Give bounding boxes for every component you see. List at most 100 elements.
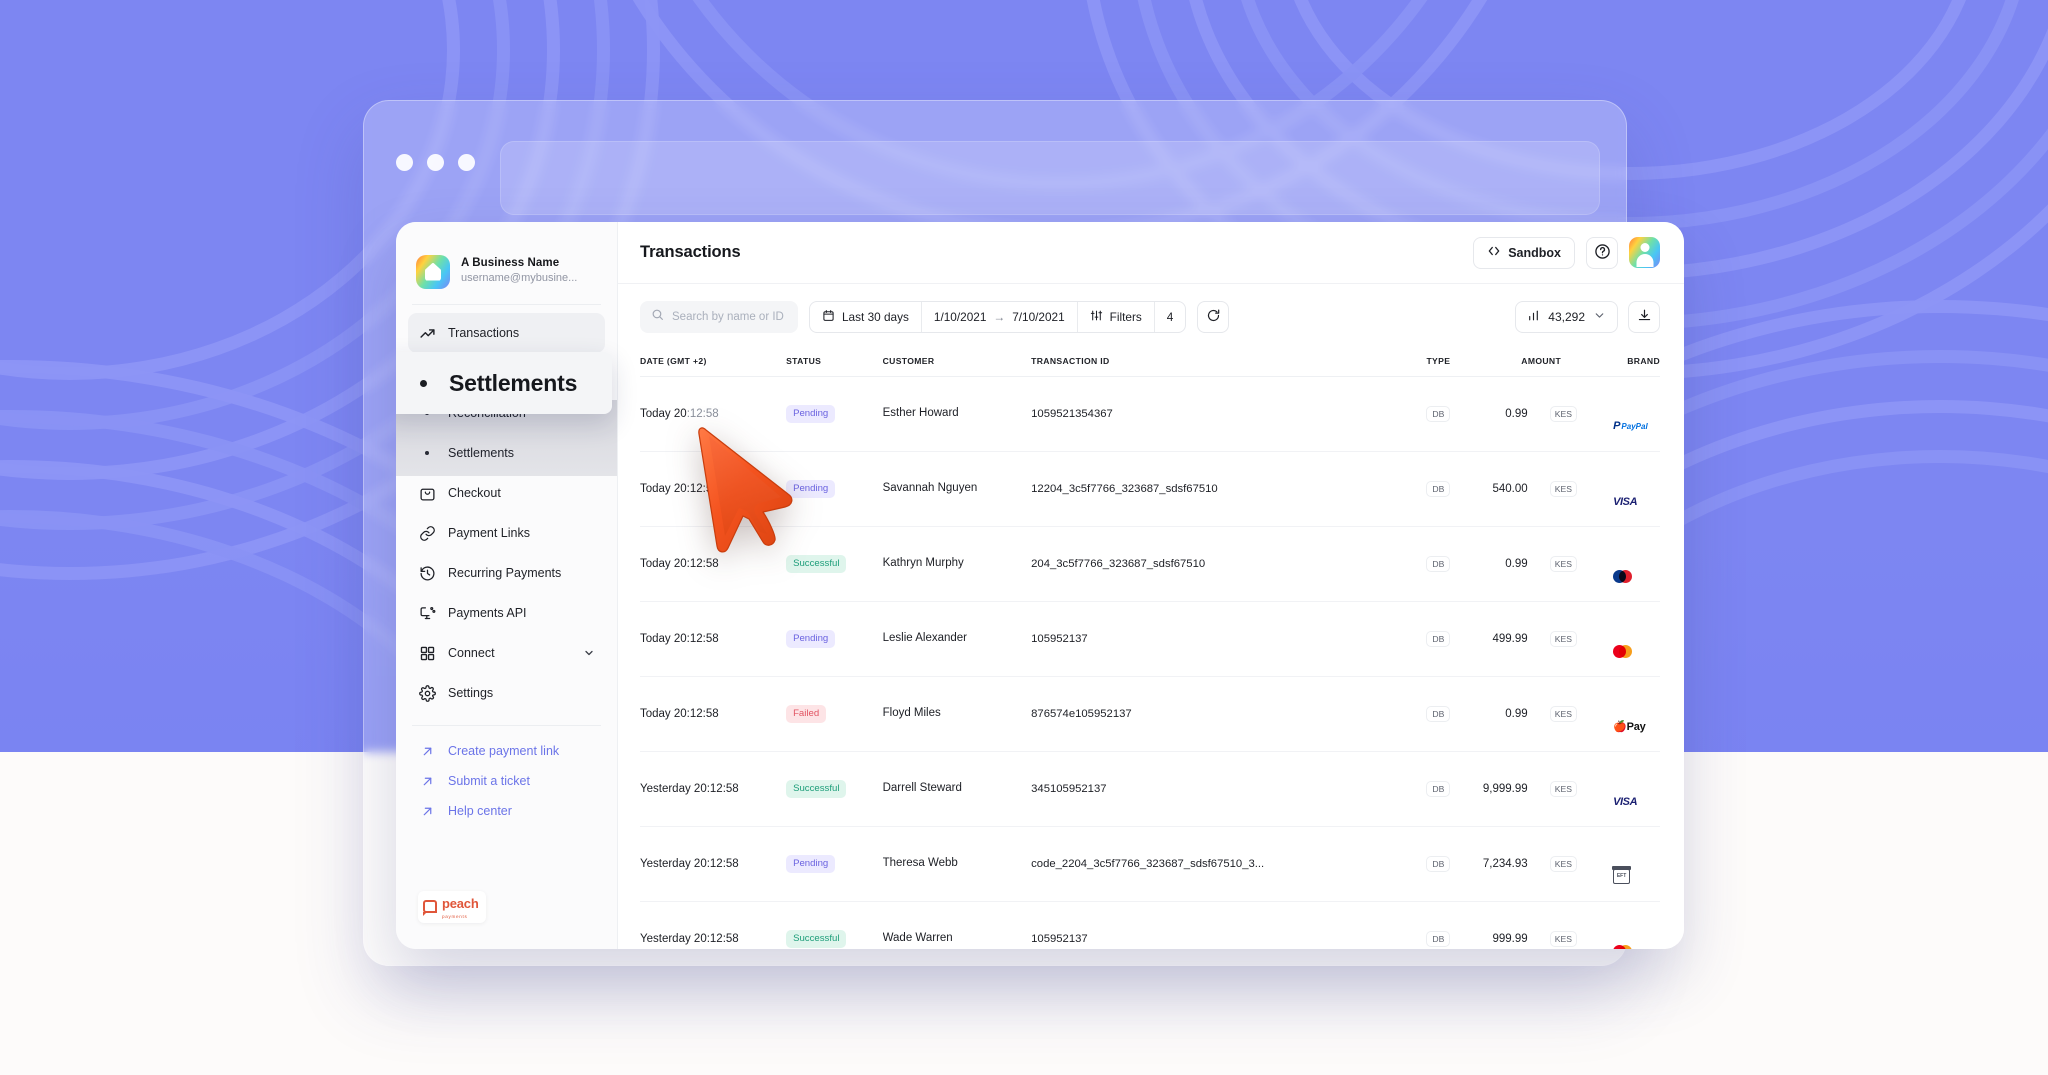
sidebar-links: Create payment link Submit a ticket Help… [396,736,617,826]
currency-chip: KES [1549,630,1577,648]
sidebar-item-recurring-payments[interactable]: Recurring Payments [408,553,605,593]
sidebar-item-connect[interactable]: Connect [408,633,605,673]
terminal-icon [418,604,436,622]
col-header-brand[interactable]: BRAND [1593,350,1660,377]
brand-block[interactable]: A Business Name username@mybusine... [396,222,617,296]
peach-logo-tagline: payments [442,913,468,919]
record-count-button[interactable]: 43,292 [1515,301,1618,333]
cell-transaction-id: 876574e105952137 [1031,708,1132,720]
page-title: Transactions [640,243,741,261]
date-preset-button[interactable]: Last 30 days [810,302,922,332]
status-badge: Pending [786,405,836,423]
cell-transaction-id: 204_3c5f7766_323687_sdsf67510 [1031,558,1206,570]
filters-count-chip[interactable]: 4 [1155,302,1186,332]
maestro-brand-icon [1613,569,1633,585]
date-range-button[interactable]: 1/10/2021 → 7/10/2021 [922,302,1078,332]
cell-status: Successful [786,752,883,827]
cell-customer: Theresa Webb [882,857,958,870]
address-bar[interactable] [500,141,1600,215]
table-row[interactable]: Yesterday 20:12:58 Successful Wade Warren 1… [640,902,1660,949]
sidebar-link-label: Create payment link [448,744,560,758]
cell-type: DB [1402,377,1474,452]
cell-currency: KES [1534,377,1593,452]
currency-chip: KES [1549,705,1577,723]
cell-type: DB [1402,527,1474,602]
refresh-button[interactable] [1197,301,1230,333]
search-input[interactable] [672,311,787,323]
cell-type: DB [1402,602,1474,677]
cell-brand: VISA [1593,752,1660,826]
cell-transaction-id: 105952137 [1031,633,1088,645]
sidebar-divider-top [412,304,601,305]
sidebar-link-help-center[interactable]: Help center [408,796,605,826]
cell-transaction-id: 105952137 [1031,933,1088,945]
settlements-magnifier-callout[interactable]: Settlements [396,352,612,414]
cell-transaction-id: 12204_3c5f7766_323687_sdsf67510 [1031,483,1218,495]
table-row[interactable]: Yesterday 20:12:58 Pending Theresa Webb cod… [640,827,1660,902]
search-icon [651,308,664,326]
minimize-icon[interactable] [427,154,444,171]
sidebar-divider-bottom [412,725,601,726]
date-main: Today 20 [640,408,687,420]
maximize-icon[interactable] [458,154,475,171]
cell-date: Today 20:12:58 [640,602,786,677]
table-row[interactable]: Today 20:12:58 Pending Leslie Alexander 105… [640,602,1660,677]
code-brackets-icon [1487,244,1501,261]
search-box[interactable] [640,301,798,333]
table-row[interactable]: Today 20:12:58 Failed Floyd Miles 876574e10… [640,677,1660,752]
col-header-status[interactable]: STATUS [786,350,883,377]
arrow-up-right-icon [418,775,436,788]
col-header-date[interactable]: DATE (GMT +2) [640,350,787,377]
cell-brand [1593,602,1660,676]
sandbox-button[interactable]: Sandbox [1473,236,1575,269]
download-button[interactable] [1628,301,1660,333]
sidebar-item-checkout[interactable]: Checkout [408,473,605,513]
col-header-customer[interactable]: CUSTOMER [882,350,1032,377]
filters-button[interactable]: Filters [1078,302,1155,332]
sidebar-item-settings[interactable]: Settings [408,673,605,713]
cell-amount: 0.99 [1505,408,1528,420]
sidebar-item-label: Recurring Payments [448,566,562,580]
table-row[interactable]: Yesterday 20:12:58 Successful Darrell Stew… [640,752,1660,827]
currency-chip: KES [1549,855,1577,873]
cell-amount: 499.99 [1492,633,1528,645]
date-main: Yesterday 20:12:58 [640,933,739,945]
sidebar-link-create-payment-link[interactable]: Create payment link [408,736,605,766]
app-window: A Business Name username@mybusine... Tra… [396,222,1684,949]
type-chip: DB [1426,930,1451,948]
cell-type: DB [1402,752,1474,827]
sidebar-item-payment-links[interactable]: Payment Links [408,513,605,553]
cell-customer: Esther Howard [882,407,959,420]
sidebar-item-label: Settlements [448,446,515,460]
date-main: Today 20:12:58 [640,633,719,645]
help-button[interactable] [1586,236,1618,269]
window-controls[interactable] [396,154,475,171]
link-icon [418,524,436,542]
arrow-up-right-icon [418,745,436,758]
close-icon[interactable] [396,154,413,171]
avatar[interactable] [1629,237,1660,268]
date-main: Yesterday 20:12:58 [640,858,739,870]
business-logo-icon [416,254,450,289]
paypal-brand-icon: P PayPal [1613,420,1648,432]
sidebar-item-settlements[interactable]: Settlements [408,433,605,473]
sidebar-item-payments-api[interactable]: Payments API [408,593,605,633]
question-circle-icon [1594,243,1611,263]
date-main: Today 20:12:58 [640,558,719,570]
sidebar-link-label: Submit a ticket [448,774,530,788]
sidebar-item-transactions[interactable]: Transactions [408,313,605,353]
cell-status: Pending [786,602,883,677]
sidebar-link-submit-ticket[interactable]: Submit a ticket [408,766,605,796]
col-header-amount[interactable]: AMOUNT [1474,350,1594,377]
header-actions: Sandbox [1473,236,1660,269]
col-header-transaction-id[interactable]: TRANSACTION ID [1031,350,1403,377]
currency-chip: KES [1549,780,1577,798]
download-icon [1637,308,1652,326]
sandbox-label: Sandbox [1508,245,1561,260]
chevron-down-icon[interactable] [583,647,595,659]
type-chip: DB [1426,855,1451,873]
sidebar-item-label: Connect [448,646,495,660]
col-header-type[interactable]: TYPE [1402,350,1475,377]
status-badge: Successful [786,930,847,948]
cell-currency: KES [1534,527,1593,602]
